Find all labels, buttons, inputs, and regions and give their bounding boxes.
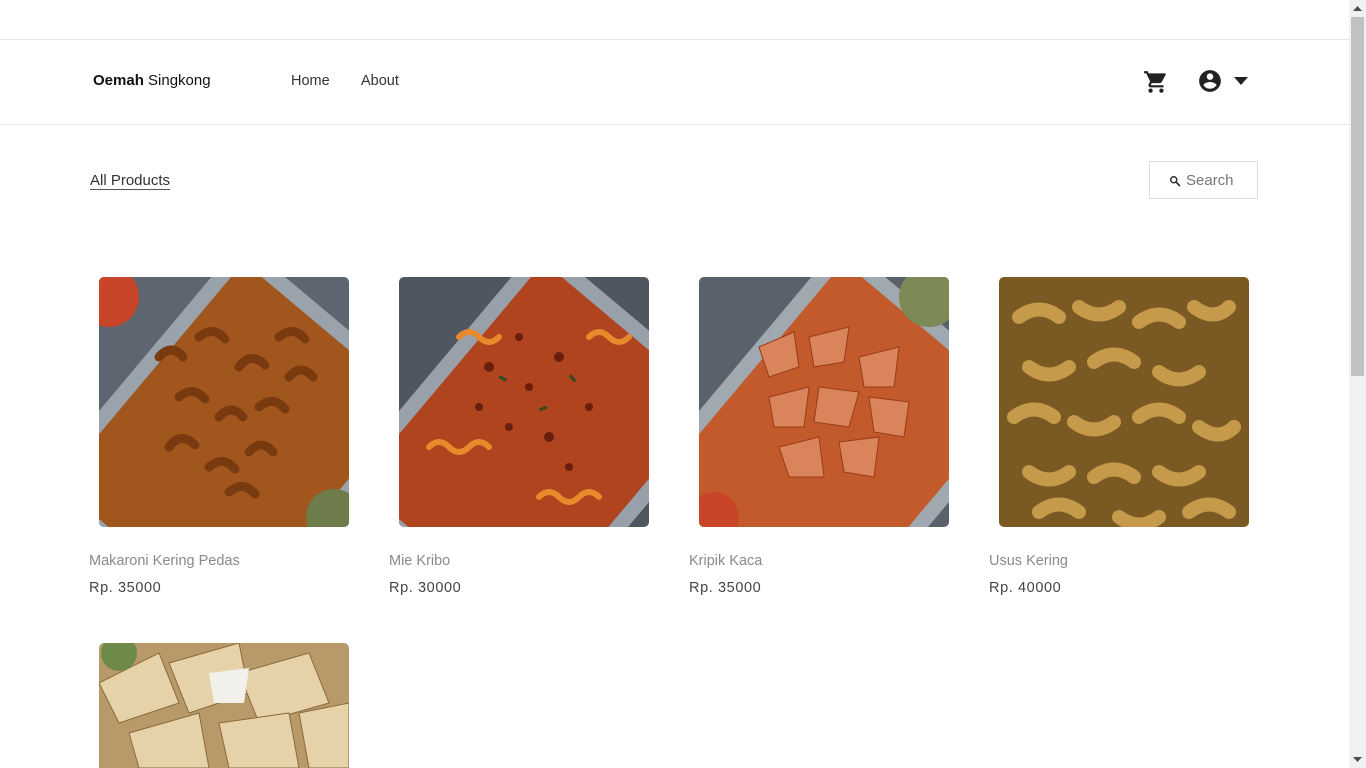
account-menu[interactable] (1197, 68, 1253, 96)
product-price: Rp. 35000 (689, 580, 762, 596)
search-input[interactable] (1186, 170, 1256, 190)
product-image[interactable] (699, 277, 949, 527)
account-circle-icon (1199, 70, 1221, 92)
scroll-up-arrow-icon[interactable] (1349, 0, 1366, 17)
product-price: Rp. 40000 (989, 580, 1062, 596)
search-icon (1170, 176, 1181, 187)
product-image[interactable] (999, 277, 1249, 527)
brand-rest: Singkong (148, 72, 211, 89)
product-name[interactable]: Usus Kering (989, 553, 1068, 569)
scroll-thumb[interactable] (1351, 17, 1364, 376)
search-box[interactable] (1149, 161, 1258, 199)
brand-logo[interactable]: Oemah Singkong (93, 72, 211, 89)
caret-down-icon (1234, 77, 1248, 85)
top-bar (0, 0, 1349, 40)
product-price: Rp. 30000 (389, 580, 462, 596)
product-image[interactable] (99, 277, 349, 527)
cart-button[interactable] (1143, 69, 1169, 95)
nav-about[interactable]: About (361, 73, 399, 89)
product-name[interactable]: Makaroni Kering Pedas (89, 553, 240, 569)
product-image[interactable] (99, 643, 349, 768)
scroll-down-arrow-icon[interactable] (1349, 751, 1366, 768)
product-name[interactable]: Kripik Kaca (689, 553, 762, 569)
cart-icon (1144, 71, 1166, 93)
navbar: Oemah Singkong Home About (0, 40, 1349, 125)
product-price: Rp. 35000 (89, 580, 162, 596)
page-scrollbar[interactable] (1349, 0, 1366, 768)
product-name[interactable]: Mie Kribo (389, 553, 450, 569)
product-image[interactable] (399, 277, 649, 527)
brand-bold: Oemah (93, 72, 144, 89)
nav-home[interactable]: Home (291, 73, 330, 89)
all-products-link[interactable]: All Products (90, 172, 170, 189)
